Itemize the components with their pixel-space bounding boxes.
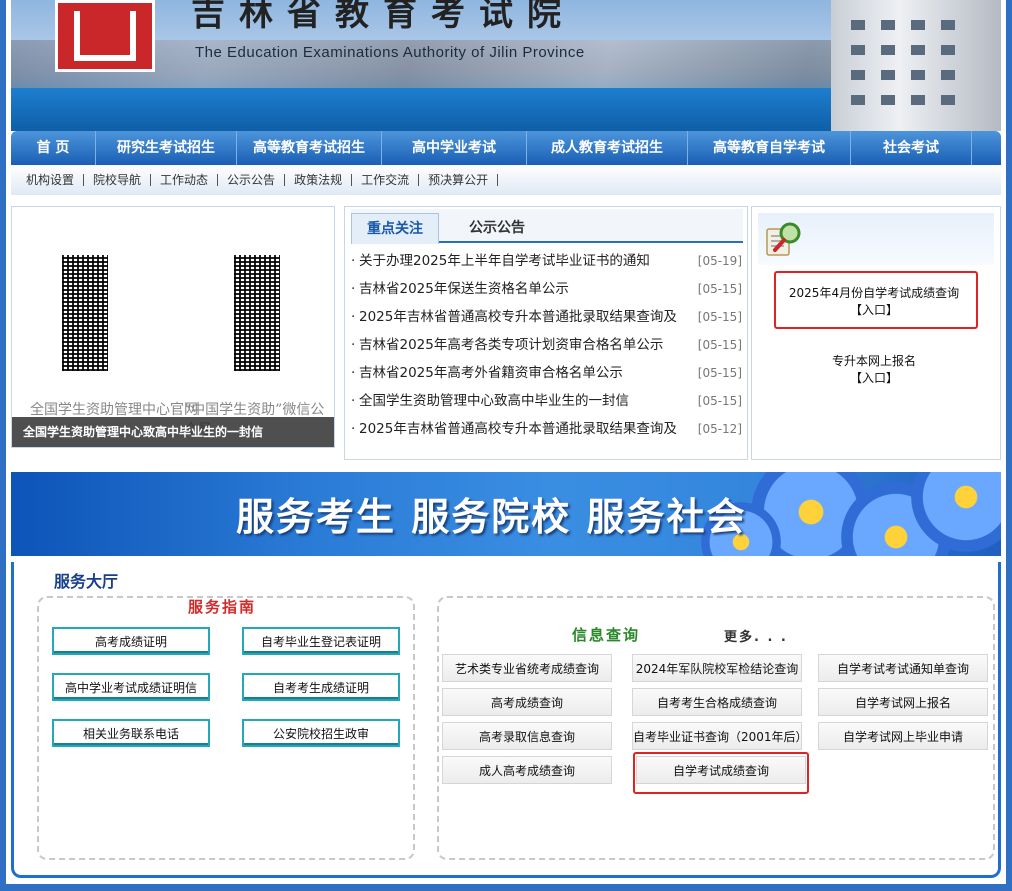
news-title[interactable]: 吉林省2025年保送生资格名单公示 xyxy=(359,275,684,303)
news-date: [05-15] xyxy=(697,366,742,380)
news-item[interactable]: · 吉林省2025年高考外省籍资审合格名单公示 [05-15] xyxy=(351,359,742,387)
guide-button-contact-phones[interactable]: 相关业务联系电话 xyxy=(52,719,210,747)
query-self-study-admission-notice[interactable]: 自学考试考试通知单查询 xyxy=(818,654,988,682)
slogan-banner: 服务考生 服务院校 服务社会 xyxy=(11,472,1001,556)
news-item[interactable]: · 关于办理2025年上半年自学考试毕业证书的通知 [05-19] xyxy=(351,247,742,275)
bullet-icon: · xyxy=(351,421,356,437)
subnav-policies[interactable]: 政策法规 xyxy=(285,174,353,186)
bullet-icon: · xyxy=(351,281,356,297)
news-title[interactable]: 吉林省2025年高考各类专项计划资审合格名单公示 xyxy=(359,331,684,359)
query-self-study-registration[interactable]: 自学考试网上报名 xyxy=(818,688,988,716)
quick-link-entry[interactable]: 【入口】 xyxy=(774,302,974,319)
news-item[interactable]: · 全国学生资助管理中心致高中毕业生的一封信 [05-15] xyxy=(351,387,742,415)
query-self-study-pass-score[interactable]: 自考考生合格成绩查询 xyxy=(632,688,802,716)
bullet-icon: · xyxy=(351,393,356,409)
main-nav: 首 页 研究生考试招生 高等教育考试招生 高中学业考试 成人教育考试招生 高等教… xyxy=(11,131,1001,165)
subnav-school-guide[interactable]: 院校导航 xyxy=(84,174,152,186)
query-gaokao-score[interactable]: 高考成绩查询 xyxy=(442,688,612,716)
subnav-announcements[interactable]: 公示公告 xyxy=(218,174,286,186)
bullet-icon: · xyxy=(351,253,356,269)
news-title[interactable]: 2025年吉林省普通高校专升本普通批录取结果查询及 xyxy=(359,303,684,331)
query-adult-exam-score[interactable]: 成人高考成绩查询 xyxy=(442,756,612,784)
nav-self-study-exam[interactable]: 高等教育自学考试 xyxy=(688,131,851,165)
news-item[interactable]: · 2025年吉林省普通高校专升本普通批录取结果查询及 [05-12] xyxy=(351,415,742,443)
page: 吉林省教育考试院 The Education Examinations Auth… xyxy=(6,0,1006,891)
news-title[interactable]: 关于办理2025年上半年自学考试毕业证书的通知 xyxy=(359,247,684,275)
news-title[interactable]: 2025年吉林省普通高校专升本普通批录取结果查询及 xyxy=(359,415,684,443)
quick-links-panel: 2025年4月份自学考试成绩查询 【入口】 专升本网上报名 【入口】 xyxy=(751,206,1001,460)
nav-adult-ed-admission[interactable]: 成人教育考试招生 xyxy=(527,131,688,165)
site-logo[interactable] xyxy=(55,0,155,72)
bullet-icon: · xyxy=(351,337,356,353)
header-banner: 吉林省教育考试院 The Education Examinations Auth… xyxy=(11,0,1001,131)
news-panel: 重点关注 公示公告 · 关于办理2025年上半年自学考试毕业证书的通知 [05-19… xyxy=(344,206,748,460)
news-tab-bar: 重点关注 公示公告 xyxy=(351,209,743,244)
slogan-text: 服务考生 服务院校 服务社会 xyxy=(236,495,747,539)
site-title: 吉林省教育考试院 xyxy=(191,0,575,34)
nav-high-school-exam[interactable]: 高中学业考试 xyxy=(382,131,527,165)
query-art-exam-score[interactable]: 艺术类专业省统考成绩查询 xyxy=(442,654,612,682)
query-self-study-diploma[interactable]: 自考毕业证书查询（2001年后） xyxy=(632,722,808,750)
guide-button-gaokao-score-cert[interactable]: 高考成绩证明 xyxy=(52,627,210,655)
banner-building xyxy=(831,0,1001,131)
service-guide-title: 服务指南 xyxy=(188,598,257,616)
nav-higher-ed-admission[interactable]: 高等教育考试招生 xyxy=(237,131,382,165)
service-hall-title: 服务大厅 xyxy=(54,572,119,591)
search-document-icon xyxy=(766,222,801,256)
query-military-academy-check[interactable]: 2024年军队院校军检结论查询 xyxy=(632,654,802,682)
nav-home[interactable]: 首 页 xyxy=(11,131,96,165)
quick-link-self-study-score[interactable]: 2025年4月份自学考试成绩查询 【入口】 xyxy=(774,285,974,319)
query-gaokao-admission[interactable]: 高考录取信息查询 xyxy=(442,722,612,750)
nav-social-exam[interactable]: 社会考试 xyxy=(851,131,972,165)
guide-button-graduate-form-cert[interactable]: 自考毕业生登记表证明 xyxy=(242,627,400,655)
nav-graduate-exam[interactable]: 研究生考试招生 xyxy=(96,131,237,165)
news-item[interactable]: · 吉林省2025年高考各类专项计划资审合格名单公示 [05-15] xyxy=(351,331,742,359)
highlight-box xyxy=(633,752,809,794)
sub-nav: 机构设置 院校导航 工作动态 公示公告 政策法规 工作交流 预决算公开 xyxy=(11,165,1001,195)
subnav-organization[interactable]: 机构设置 xyxy=(11,174,85,186)
quick-link-entry[interactable]: 【入口】 xyxy=(774,370,974,387)
qr-left-caption: 全国学生资助管理中心官网 xyxy=(30,402,198,418)
bullet-icon: · xyxy=(351,365,356,381)
news-date: [05-15] xyxy=(697,282,742,296)
news-title[interactable]: 全国学生资助管理中心致高中毕业生的一封信 xyxy=(359,387,684,415)
slideshow[interactable]: 全国学生资助管理中心官网 “中国学生资助”微信公众号 全国学生资助管理中心致高中… xyxy=(11,206,335,448)
tab-key-focus[interactable]: 重点关注 xyxy=(351,213,439,244)
qr-code-left xyxy=(62,255,108,371)
slideshow-caption[interactable]: 全国学生资助管理中心致高中毕业生的一封信 xyxy=(12,417,334,447)
query-self-study-graduation-apply[interactable]: 自学考试网上毕业申请 xyxy=(818,722,988,750)
bullet-icon: · xyxy=(351,309,356,325)
quick-link-label[interactable]: 专升本网上报名 xyxy=(774,353,974,370)
news-item[interactable]: · 吉林省2025年保送生资格名单公示 [05-15] xyxy=(351,275,742,303)
news-date: [05-12] xyxy=(697,422,742,436)
subnav-work-exchange[interactable]: 工作交流 xyxy=(352,174,420,186)
more-link[interactable]: 更多. . . xyxy=(724,626,788,645)
quick-link-upgrade-registration[interactable]: 专升本网上报名 【入口】 xyxy=(774,353,974,387)
guide-button-police-academy-review[interactable]: 公安院校招生政审 xyxy=(242,719,400,747)
news-date: [05-15] xyxy=(697,310,742,324)
tab-announcements[interactable]: 公示公告 xyxy=(447,213,547,243)
subnav-work-news[interactable]: 工作动态 xyxy=(151,174,219,186)
news-item[interactable]: · 2025年吉林省普通高校专升本普通批录取结果查询及 [05-15] xyxy=(351,303,742,331)
guide-button-self-study-score-cert[interactable]: 自考考生成绩证明 xyxy=(242,673,400,701)
news-date: [05-19] xyxy=(697,254,742,268)
qr-code-right xyxy=(234,255,280,371)
subnav-budget[interactable]: 预决算公开 xyxy=(419,174,499,186)
news-title[interactable]: 吉林省2025年高考外省籍资审合格名单公示 xyxy=(359,359,684,387)
info-query-title: 信息查询 xyxy=(572,626,641,644)
guide-button-academic-exam-cert[interactable]: 高中学业考试成绩证明信 xyxy=(52,673,210,701)
quick-links-header xyxy=(758,213,994,265)
quick-link-label[interactable]: 2025年4月份自学考试成绩查询 xyxy=(774,285,974,302)
footer-bar xyxy=(6,884,1006,891)
site-subtitle: The Education Examinations Authority of … xyxy=(195,44,585,61)
news-date: [05-15] xyxy=(697,394,742,408)
news-date: [05-15] xyxy=(697,338,742,352)
